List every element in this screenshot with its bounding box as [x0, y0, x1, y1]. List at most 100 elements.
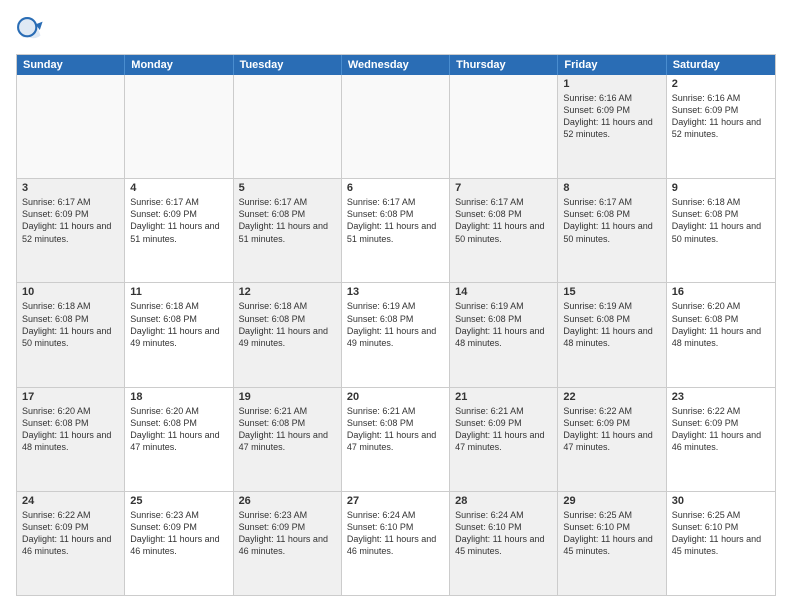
- calendar-cell-3-4: 21 Sunrise: 6:21 AM Sunset: 6:09 PM Dayli…: [450, 388, 558, 491]
- day-info: Sunrise: 6:20 AM Sunset: 6:08 PM Dayligh…: [130, 405, 227, 454]
- header-cell-saturday: Saturday: [667, 55, 775, 75]
- day-number: 9: [672, 182, 770, 194]
- calendar-cell-4-0: 24 Sunrise: 6:22 AM Sunset: 6:09 PM Dayli…: [17, 492, 125, 595]
- calendar-cell-1-4: 7Sunrise: 6:17 AM Sunset: 6:08 PM Daylig…: [450, 179, 558, 282]
- calendar-cell-1-6: 9 Sunrise: 6:18 AM Sunset: 6:08 PM Daylig…: [667, 179, 775, 282]
- day-info: Sunrise: 6:16 AM Sunset: 6:09 PM Dayligh…: [672, 92, 770, 141]
- header-cell-thursday: Thursday: [450, 55, 558, 75]
- day-info: Sunrise: 6:19 AM Sunset: 6:08 PM Dayligh…: [347, 300, 444, 349]
- calendar-cell-4-3: 27Sunrise: 6:24 AM Sunset: 6:10 PM Dayli…: [342, 492, 450, 595]
- day-number: 22: [563, 391, 660, 403]
- calendar-cell-0-0: [17, 75, 125, 178]
- day-info: Sunrise: 6:25 AM Sunset: 6:10 PM Dayligh…: [672, 509, 770, 558]
- calendar-header: SundayMondayTuesdayWednesdayThursdayFrid…: [17, 55, 775, 75]
- day-number: 20: [347, 391, 444, 403]
- day-info: Sunrise: 6:22 AM Sunset: 6:09 PM Dayligh…: [672, 405, 770, 454]
- calendar-cell-3-6: 23 Sunrise: 6:22 AM Sunset: 6:09 PM Dayli…: [667, 388, 775, 491]
- page: SundayMondayTuesdayWednesdayThursdayFrid…: [0, 0, 792, 612]
- day-info: Sunrise: 6:18 AM Sunset: 6:08 PM Dayligh…: [130, 300, 227, 349]
- calendar-cell-2-5: 15Sunrise: 6:19 AM Sunset: 6:08 PM Dayli…: [558, 283, 666, 386]
- day-number: 13: [347, 286, 444, 298]
- day-number: 6: [347, 182, 444, 194]
- day-info: Sunrise: 6:20 AM Sunset: 6:08 PM Dayligh…: [672, 300, 770, 349]
- day-info: Sunrise: 6:21 AM Sunset: 6:08 PM Dayligh…: [239, 405, 336, 454]
- day-info: Sunrise: 6:23 AM Sunset: 6:09 PM Dayligh…: [239, 509, 336, 558]
- day-info: Sunrise: 6:24 AM Sunset: 6:10 PM Dayligh…: [455, 509, 552, 558]
- day-number: 23: [672, 391, 770, 403]
- day-number: 5: [239, 182, 336, 194]
- day-number: 21: [455, 391, 552, 403]
- day-number: 1: [563, 78, 660, 90]
- day-number: 17: [22, 391, 119, 403]
- day-info: Sunrise: 6:17 AM Sunset: 6:08 PM Dayligh…: [455, 196, 552, 245]
- header: [16, 16, 776, 44]
- day-info: Sunrise: 6:17 AM Sunset: 6:09 PM Dayligh…: [22, 196, 119, 245]
- calendar-body: 1 Sunrise: 6:16 AM Sunset: 6:09 PM Daylig…: [17, 75, 775, 595]
- day-number: 14: [455, 286, 552, 298]
- day-info: Sunrise: 6:23 AM Sunset: 6:09 PM Dayligh…: [130, 509, 227, 558]
- day-info: Sunrise: 6:17 AM Sunset: 6:09 PM Dayligh…: [130, 196, 227, 245]
- day-info: Sunrise: 6:22 AM Sunset: 6:09 PM Dayligh…: [22, 509, 119, 558]
- calendar-row-3: 17 Sunrise: 6:20 AM Sunset: 6:08 PM Dayli…: [17, 387, 775, 491]
- calendar-cell-0-6: 2 Sunrise: 6:16 AM Sunset: 6:09 PM Daylig…: [667, 75, 775, 178]
- logo: [16, 16, 48, 44]
- calendar-cell-2-3: 13 Sunrise: 6:19 AM Sunset: 6:08 PM Dayli…: [342, 283, 450, 386]
- day-info: Sunrise: 6:17 AM Sunset: 6:08 PM Dayligh…: [563, 196, 660, 245]
- header-cell-monday: Monday: [125, 55, 233, 75]
- calendar-cell-4-4: 28 Sunrise: 6:24 AM Sunset: 6:10 PM Dayli…: [450, 492, 558, 595]
- day-info: Sunrise: 6:18 AM Sunset: 6:08 PM Dayligh…: [239, 300, 336, 349]
- header-cell-friday: Friday: [558, 55, 666, 75]
- calendar-row-2: 10 Sunrise: 6:18 AM Sunset: 6:08 PM Dayli…: [17, 282, 775, 386]
- day-info: Sunrise: 6:21 AM Sunset: 6:09 PM Dayligh…: [455, 405, 552, 454]
- calendar-cell-1-0: 3Sunrise: 6:17 AM Sunset: 6:09 PM Daylig…: [17, 179, 125, 282]
- calendar-cell-0-5: 1 Sunrise: 6:16 AM Sunset: 6:09 PM Daylig…: [558, 75, 666, 178]
- calendar-cell-3-5: 22Sunrise: 6:22 AM Sunset: 6:09 PM Dayli…: [558, 388, 666, 491]
- calendar-cell-3-1: 18 Sunrise: 6:20 AM Sunset: 6:08 PM Dayli…: [125, 388, 233, 491]
- header-cell-sunday: Sunday: [17, 55, 125, 75]
- day-info: Sunrise: 6:24 AM Sunset: 6:10 PM Dayligh…: [347, 509, 444, 558]
- day-number: 10: [22, 286, 119, 298]
- day-number: 29: [563, 495, 660, 507]
- day-info: Sunrise: 6:25 AM Sunset: 6:10 PM Dayligh…: [563, 509, 660, 558]
- day-number: 2: [672, 78, 770, 90]
- day-number: 25: [130, 495, 227, 507]
- header-cell-wednesday: Wednesday: [342, 55, 450, 75]
- day-number: 19: [239, 391, 336, 403]
- calendar-cell-1-1: 4 Sunrise: 6:17 AM Sunset: 6:09 PM Daylig…: [125, 179, 233, 282]
- calendar-cell-0-2: [234, 75, 342, 178]
- day-info: Sunrise: 6:21 AM Sunset: 6:08 PM Dayligh…: [347, 405, 444, 454]
- calendar-cell-3-0: 17Sunrise: 6:20 AM Sunset: 6:08 PM Dayli…: [17, 388, 125, 491]
- day-number: 16: [672, 286, 770, 298]
- day-number: 8: [563, 182, 660, 194]
- day-info: Sunrise: 6:17 AM Sunset: 6:08 PM Dayligh…: [239, 196, 336, 245]
- day-number: 28: [455, 495, 552, 507]
- day-number: 11: [130, 286, 227, 298]
- calendar-row-0: 1 Sunrise: 6:16 AM Sunset: 6:09 PM Daylig…: [17, 75, 775, 178]
- calendar-cell-0-1: [125, 75, 233, 178]
- calendar: SundayMondayTuesdayWednesdayThursdayFrid…: [16, 54, 776, 596]
- day-info: Sunrise: 6:18 AM Sunset: 6:08 PM Dayligh…: [672, 196, 770, 245]
- calendar-cell-1-5: 8 Sunrise: 6:17 AM Sunset: 6:08 PM Daylig…: [558, 179, 666, 282]
- calendar-cell-3-2: 19 Sunrise: 6:21 AM Sunset: 6:08 PM Dayli…: [234, 388, 342, 491]
- day-info: Sunrise: 6:16 AM Sunset: 6:09 PM Dayligh…: [563, 92, 660, 141]
- calendar-cell-2-0: 10Sunrise: 6:18 AM Sunset: 6:08 PM Dayli…: [17, 283, 125, 386]
- day-number: 15: [563, 286, 660, 298]
- day-info: Sunrise: 6:17 AM Sunset: 6:08 PM Dayligh…: [347, 196, 444, 245]
- calendar-cell-1-3: 6 Sunrise: 6:17 AM Sunset: 6:08 PM Daylig…: [342, 179, 450, 282]
- calendar-cell-4-2: 26Sunrise: 6:23 AM Sunset: 6:09 PM Dayli…: [234, 492, 342, 595]
- calendar-cell-4-6: 30 Sunrise: 6:25 AM Sunset: 6:10 PM Dayli…: [667, 492, 775, 595]
- calendar-cell-0-3: [342, 75, 450, 178]
- calendar-cell-1-2: 5 Sunrise: 6:17 AM Sunset: 6:08 PM Daylig…: [234, 179, 342, 282]
- header-cell-tuesday: Tuesday: [234, 55, 342, 75]
- calendar-row-4: 24 Sunrise: 6:22 AM Sunset: 6:09 PM Dayli…: [17, 491, 775, 595]
- calendar-cell-2-4: 14Sunrise: 6:19 AM Sunset: 6:08 PM Dayli…: [450, 283, 558, 386]
- logo-icon: [16, 16, 44, 44]
- day-number: 12: [239, 286, 336, 298]
- day-number: 30: [672, 495, 770, 507]
- day-number: 24: [22, 495, 119, 507]
- day-number: 4: [130, 182, 227, 194]
- calendar-cell-2-2: 12 Sunrise: 6:18 AM Sunset: 6:08 PM Dayli…: [234, 283, 342, 386]
- calendar-row-1: 3Sunrise: 6:17 AM Sunset: 6:09 PM Daylig…: [17, 178, 775, 282]
- day-number: 18: [130, 391, 227, 403]
- calendar-cell-2-6: 16 Sunrise: 6:20 AM Sunset: 6:08 PM Dayli…: [667, 283, 775, 386]
